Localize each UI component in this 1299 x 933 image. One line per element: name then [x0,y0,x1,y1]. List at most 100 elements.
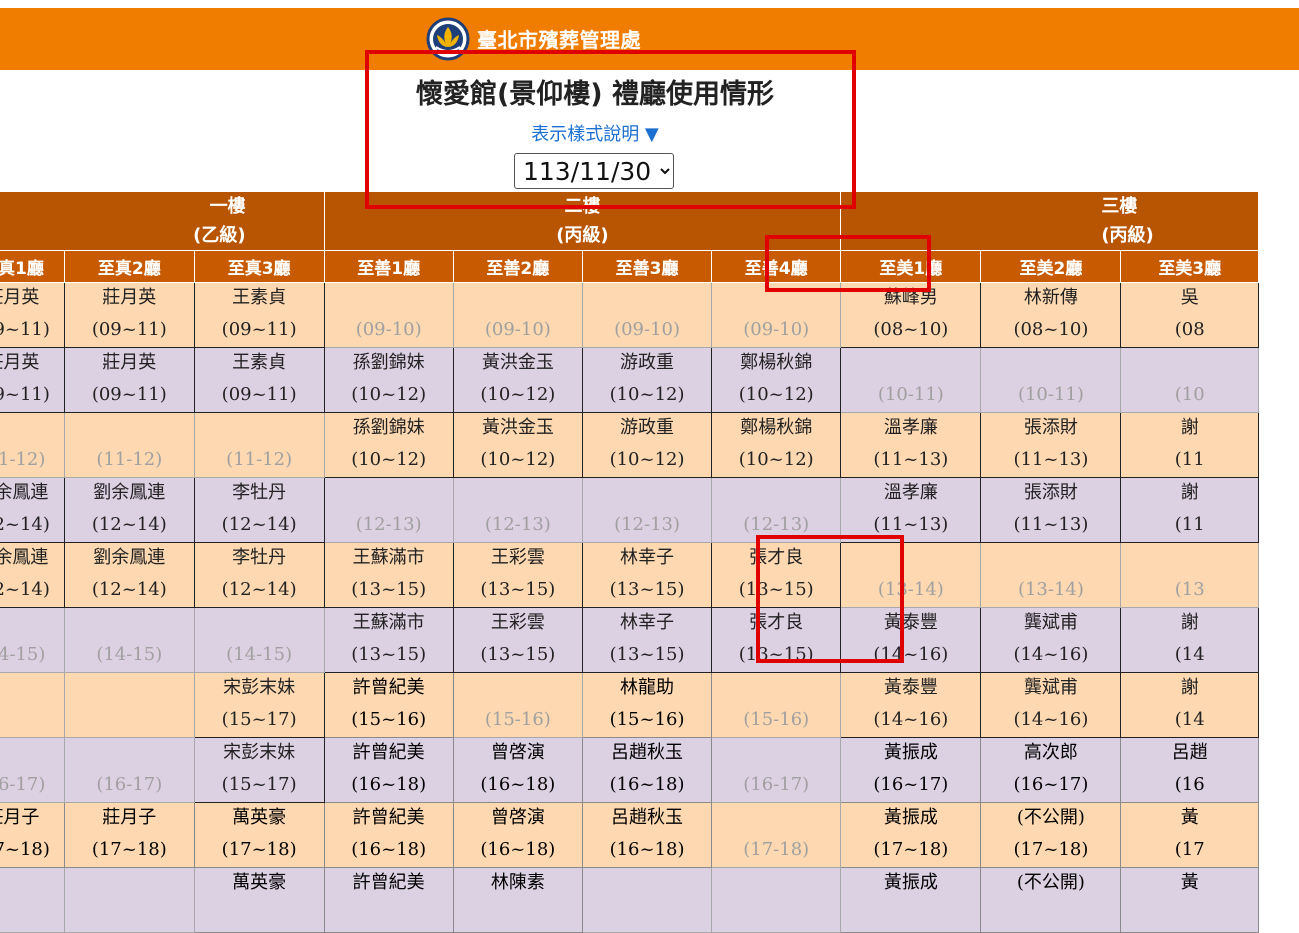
booking-cell[interactable]: 黃泰豐 (14~16) [840,607,982,673]
booking-cell[interactable]: 劉余鳳連 (12~14) [0,477,65,543]
booking-cell[interactable]: 呂趙秋玉 (16~18) [581,802,713,868]
time-slot: (17~18) [0,839,50,860]
booking-cell[interactable]: 鄭楊秋錦 (10~12) [711,412,842,478]
deceased-name [454,479,581,511]
date-select[interactable]: 113/11/30 [514,153,674,189]
booking-cell[interactable]: 鄭楊秋錦 (10~12) [711,347,842,413]
booking-cell[interactable]: 許曾紀美 [323,867,454,933]
booking-cell: (16-17) [711,737,842,803]
booking-cell[interactable]: 許曾紀美 (16~18) [323,737,454,803]
time-slot: (10-11) [1017,384,1084,405]
booking-cell[interactable]: 呂趙秋玉 (16~18) [581,737,713,803]
deceased-name: 黃泰豐 [883,612,938,633]
booking-cell[interactable]: 謝 (11 [1120,477,1259,543]
booking-cell[interactable]: (不公開) [980,867,1122,933]
booking-cell[interactable]: 王彩雲 (13~15) [452,542,583,608]
booking-cell: (12-13) [711,477,842,543]
time-slot: (12-13) [614,514,680,535]
booking-cell[interactable]: 莊月英 (09~11) [63,347,195,413]
time-slot [842,900,980,932]
deceased-name [713,869,840,901]
time-slot: (17~18) [1013,839,1089,860]
booking-cell[interactable]: 黃振成 (17~18) [840,802,982,868]
booking-cell[interactable]: 龔斌甫 (14~16) [980,607,1122,673]
booking-cell[interactable]: 王彩雲 (13~15) [452,607,583,673]
booking-cell[interactable]: 林龍助 (15~16) [581,672,713,738]
deceased-name: (不公開) [1016,807,1085,828]
booking-cell[interactable]: 莊月子 (17~18) [0,802,65,868]
hall-header: 至善1廳 [323,250,454,283]
booking-cell[interactable]: 李牡丹 (12~14) [193,477,325,543]
booking-cell[interactable]: (不公開) (17~18) [980,802,1122,868]
deceased-name [0,414,63,446]
booking-cell[interactable]: 萬英豪 (17~18) [193,802,325,868]
time-slot: (09~11) [0,319,50,340]
booking-cell[interactable]: 游政重 (10~12) [581,412,713,478]
time-slot: (16~17) [873,774,949,795]
booking-cell[interactable]: 許曾紀美 (16~18) [323,802,454,868]
booking-cell[interactable]: 李牡丹 (12~14) [193,542,325,608]
deceased-name [195,609,323,641]
hall-header: 至真2廳 [63,250,195,283]
booking-cell[interactable]: 吳 (08 [1120,282,1259,348]
booking-cell[interactable]: 龔斌甫 (14~16) [980,672,1122,738]
booking-cell[interactable]: 張添財 (11~13) [980,412,1122,478]
deceased-name: 黃 [1180,807,1199,828]
booking-cell[interactable]: 溫孝廉 (11~13) [840,477,982,543]
booking-cell[interactable]: 張才良 (13~15) [711,607,842,673]
booking-cell[interactable]: 黃泰豐 (14~16) [840,672,982,738]
booking-cell[interactable]: 高次郎 (16~17) [980,737,1122,803]
booking-cell[interactable]: 黃洪金玉 (10~12) [452,347,583,413]
booking-cell[interactable]: 王蘇滿市 (13~15) [323,542,454,608]
booking-cell[interactable]: 蘇峰男 (08~10) [840,282,982,348]
booking-cell[interactable]: 黃 [1120,867,1259,933]
deceased-name [583,479,710,511]
deceased-name: 張才良 [749,612,804,633]
booking-cell[interactable]: 王蘇滿市 (13~15) [323,607,454,673]
booking-cell[interactable]: 溫孝廉 (11~13) [840,412,982,478]
booking-cell [63,867,195,933]
booking-cell [0,672,65,738]
booking-cell[interactable]: 孫劉錦妹 (10~12) [323,412,454,478]
booking-cell[interactable]: 林幸子 (13~15) [581,542,713,608]
booking-cell[interactable]: 孫劉錦妹 (10~12) [323,347,454,413]
booking-cell[interactable]: 劉余鳳連 (12~14) [0,542,65,608]
booking-cell[interactable]: 王素貞 (09~11) [193,282,325,348]
booking-cell[interactable]: 宋彭末妹 (15~17) [193,737,325,803]
booking-cell: (14-15) [193,607,325,673]
booking-cell[interactable]: 曾啓演 (16~18) [452,737,583,803]
time-slot [1122,900,1258,932]
booking-cell[interactable]: 莊月子 (17~18) [63,802,195,868]
booking-cell[interactable]: 張添財 (11~13) [980,477,1122,543]
booking-cell[interactable]: 許曾紀美 (15~16) [323,672,454,738]
booking-cell[interactable]: 莊月英 (09~11) [0,282,65,348]
time-slot: (13~15) [480,644,556,665]
time-slot: (14~16) [1013,709,1089,730]
booking-cell[interactable]: 黃振成 [840,867,982,933]
booking-cell[interactable]: 謝 (14 [1120,672,1259,738]
booking-cell[interactable]: 謝 (14 [1120,607,1259,673]
booking-cell[interactable]: 黃洪金玉 (10~12) [452,412,583,478]
legend-toggle-link[interactable]: 表示樣式說明 ▼ [0,120,1190,146]
booking-cell[interactable]: 劉余鳳連 (12~14) [63,542,195,608]
booking-cell[interactable]: 呂趙 (16 [1120,737,1259,803]
booking-cell[interactable]: 王素貞 (09~11) [193,347,325,413]
booking-cell[interactable]: 莊月英 (09~11) [63,282,195,348]
booking-cell[interactable]: 萬英豪 [193,867,325,933]
booking-cell[interactable]: 游政重 (10~12) [581,347,713,413]
booking-cell[interactable]: 宋彭末妹 (15~17) [193,672,325,738]
booking-cell[interactable]: 劉余鳳連 (12~14) [63,477,195,543]
booking-cell[interactable]: 黃 (17 [1120,802,1259,868]
booking-cell[interactable]: 曾啓演 (16~18) [452,802,583,868]
org-name: 臺北市殯葬管理處 [477,28,641,52]
booking-cell[interactable]: 謝 (11 [1120,412,1259,478]
booking-cell[interactable]: 張才良 (13~15) [711,542,842,608]
deceased-name: 莊月英 [0,352,40,373]
booking-cell[interactable]: 林新傳 (08~10) [980,282,1122,348]
time-slot [65,705,193,737]
deceased-name: 呂趙秋玉 [611,742,684,763]
booking-cell[interactable]: 莊月英 (09~11) [0,347,65,413]
booking-cell[interactable]: 林陳素 [452,867,583,933]
booking-cell[interactable]: 黃振成 (16~17) [840,737,982,803]
booking-cell[interactable]: 林幸子 (13~15) [581,607,713,673]
